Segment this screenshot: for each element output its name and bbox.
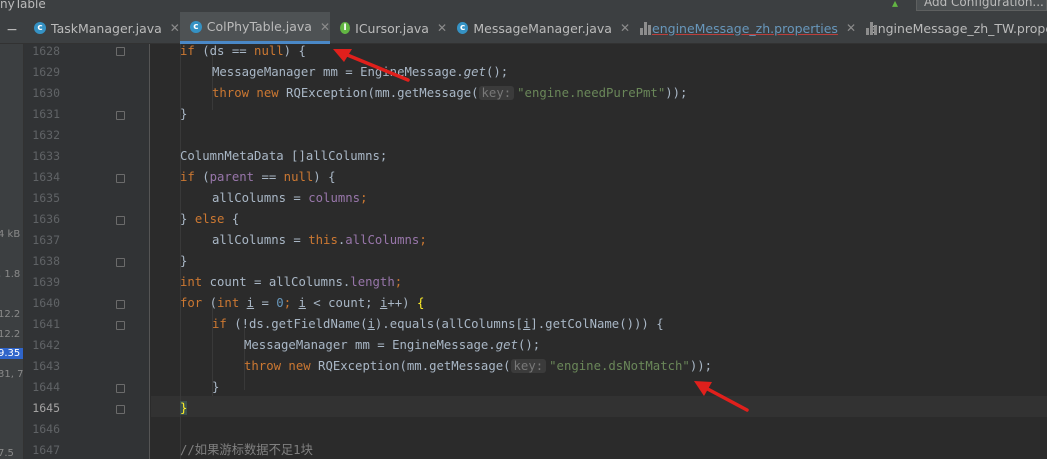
code-line-1634: if (parent == null) { [180,170,336,184]
file-size-fragment: 12.2 [0,309,21,320]
file-size-fragment: , 1.8 [0,269,21,280]
tab-label: engineMessage_zh_TW.prope [870,20,1047,36]
add-configuration-button[interactable]: Add Configuration... [916,0,1047,11]
line-number: 1629 [32,65,60,79]
line-number-gutter[interactable]: 1628 1629 1630 1631 1632 1633 1634 1635 … [24,44,150,459]
tab-label: MessageManager.java [473,20,612,36]
tab-label: ICursor.java [355,20,429,36]
code-line-1630: throw new RQException(mm.getMessage(key:… [212,86,688,100]
properties-icon [640,21,651,35]
line-number: 1646 [32,422,60,436]
line-number: 1639 [32,275,60,289]
tab-enginemessage-zh[interactable]: engineMessage_zh.properties ✕ [630,12,856,44]
fold-marker-icon[interactable] [116,384,125,393]
line-number: 1647 [32,443,60,457]
code-line-1643: throw new RQException(mm.getMessage(key:… [244,359,713,373]
close-icon[interactable]: ✕ [320,20,330,34]
code-line-1644: } [212,380,220,394]
parameter-hint: key: [510,359,547,373]
class-icon: c [34,22,46,34]
code-editor[interactable]: if (ds == null) { MessageManager mm = En… [151,44,1047,459]
fold-marker-icon[interactable] [116,321,125,330]
code-line-1639: int count = allColumns.length; [180,275,403,289]
tab-label: engineMessage_zh.properties [652,20,838,36]
code-line-1645: } [180,398,188,419]
tab-messagemanager[interactable]: c MessageManager.java ✕ [447,12,630,44]
close-icon[interactable]: ✕ [846,21,856,35]
tab-taskmanager[interactable]: c TaskManager.java ✕ [24,12,180,44]
interface-icon: I [340,22,351,34]
file-size-fragment: 7.5 [0,448,14,459]
code-line-1636: } else { [180,212,240,226]
tab-label: ColPhyTable.java [206,19,312,34]
matched-brace: } [180,401,188,415]
file-size-fragment: 4 kB [0,229,21,240]
line-number: 1642 [32,338,60,352]
code-line-1641: if (!ds.getFieldName(i).equals(allColumn… [212,317,664,331]
tab-enginemessage-zh-tw[interactable]: engineMessage_zh_TW.prope [856,12,1047,44]
fold-marker-icon[interactable] [116,300,125,309]
code-line-1628: if (ds == null) { [180,44,306,58]
line-number: 1641 [32,317,60,331]
line-number: 1636 [32,212,60,226]
code-line-1631: } [180,107,188,121]
close-icon[interactable]: ✕ [170,21,180,35]
tab-icursor[interactable]: I ICursor.java ✕ [330,12,447,44]
current-line-highlight [151,396,1047,417]
line-number: 1630 [32,86,60,100]
line-number: 1640 [32,296,60,310]
file-size-fragment-selected[interactable]: 9.35 [0,348,23,359]
line-number: 1633 [32,149,60,163]
close-icon[interactable]: ✕ [620,21,630,35]
annotation-arrow-icon [333,49,410,82]
code-line-1640: for (int i = 0; i < count; i++) { [180,296,425,310]
project-panel-edge: 4 kB , 1.8 12.2 12.2 9.35 31, 7 7.5 [0,44,24,459]
fold-marker-icon[interactable] [116,174,125,183]
line-number: 1631 [32,107,60,121]
line-number: 1632 [32,128,60,142]
class-icon: c [190,20,202,33]
fold-marker-icon[interactable] [116,111,125,120]
close-icon[interactable]: ✕ [437,21,447,35]
current-line-number: 1645 [32,401,60,415]
tab-colphytable[interactable]: c ColPhyTable.java ✕ [180,12,330,44]
line-number: 1634 [32,170,60,184]
code-line-1635: allColumns = columns; [212,191,368,205]
file-size-fragment: 31, 7 [0,369,24,380]
code-line-1633: ColumnMetaData []allColumns; [180,149,388,163]
collapse-minus-icon[interactable]: − [0,12,24,44]
build-hammer-icon[interactable]: ▴ [892,0,906,10]
class-icon: c [457,22,469,34]
file-breadcrumb[interactable]: nyTable [0,0,46,11]
line-number: 1644 [32,380,60,394]
code-line-1647: //如果游标数据不足1块 [180,443,313,457]
code-line-1638: } [180,254,188,268]
tab-label: TaskManager.java [51,20,162,36]
file-size-fragment: 12.2 [0,329,21,340]
line-number: 1638 [32,254,60,268]
fold-marker-icon[interactable] [116,258,125,267]
fold-marker-icon[interactable] [116,405,125,414]
line-number: 1637 [32,233,60,247]
fold-marker-icon[interactable] [116,47,125,56]
annotation-arrow-icon [694,381,749,412]
code-line-1642: MessageManager mm = EngineMessage.get(); [244,338,541,352]
line-number: 1628 [32,44,60,58]
code-line-1637: allColumns = this.allColumns; [212,233,427,247]
title-bar: nyTable ▴ Add Configuration... [0,0,1047,12]
line-number: 1635 [32,191,60,205]
editor-tab-bar: − c TaskManager.java ✕ c ColPhyTable.jav… [0,12,1047,44]
line-number: 1643 [32,359,60,373]
parameter-hint: key: [478,86,515,100]
fold-marker-icon[interactable] [116,216,125,225]
